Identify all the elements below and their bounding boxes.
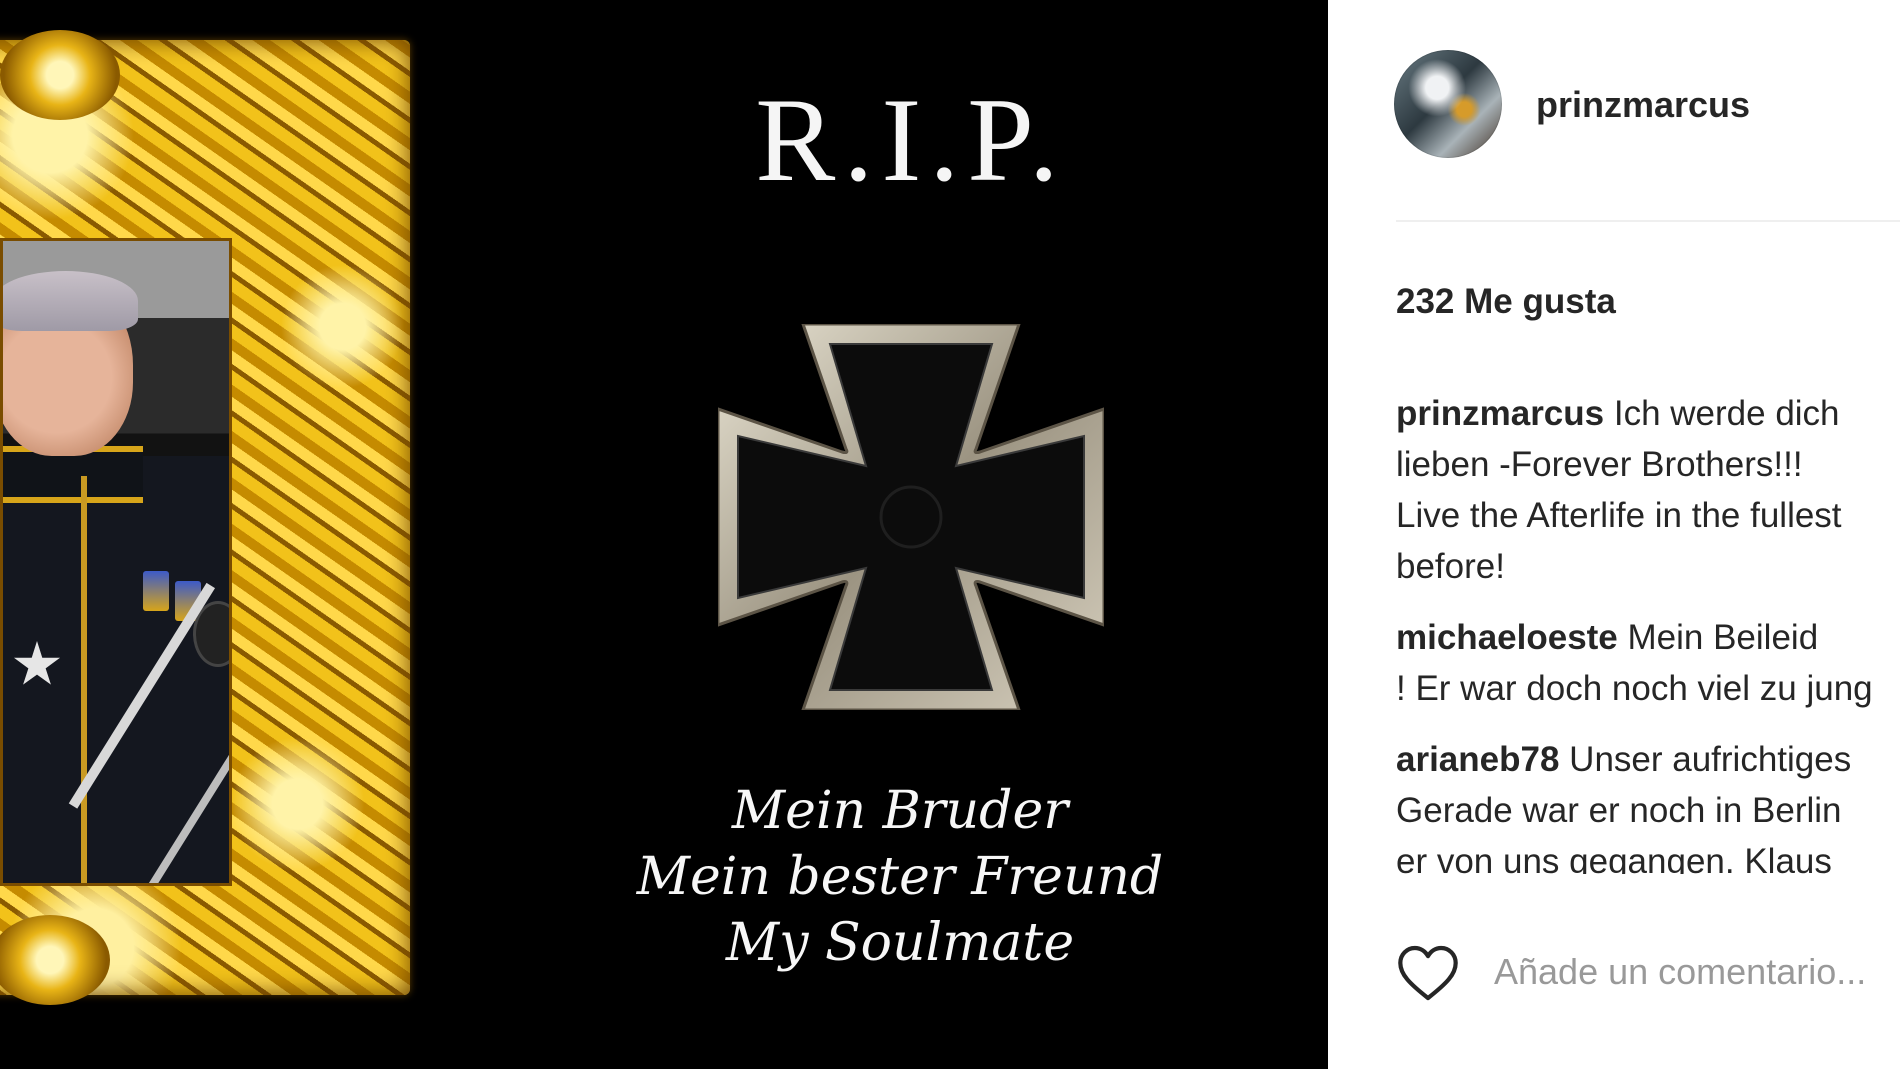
comment-item: prinzmarcus Ich werde dich lieben -Forev… — [1396, 388, 1900, 592]
comment-text: lieben -Forever Brothers!!! — [1396, 445, 1803, 484]
comment-text: Live the Afterlife in the fullest — [1396, 496, 1842, 535]
memorial-text: Mein Bruder Mein bester Freund My Soulma… — [520, 778, 1280, 976]
comment-text: before! — [1396, 547, 1505, 586]
memorial-line: My Soulmate — [725, 913, 1075, 973]
comment-text: Mein Beileid — [1617, 618, 1819, 657]
comment-text: ! Er war doch noch viel zu jung — [1396, 669, 1873, 708]
comment-item: arianeb78 Unser aufrichtiges Gerade war … — [1396, 734, 1900, 874]
heart-icon[interactable] — [1396, 944, 1460, 1002]
comment-item: michaeloeste Mein Beileid ! Er war doch … — [1396, 612, 1900, 714]
post-sidebar: prinzmarcus 232 Me gusta prinzmarcus Ich… — [1328, 0, 1900, 1069]
comment-input[interactable] — [1494, 946, 1900, 998]
memorial-line: Mein Bruder — [731, 781, 1069, 841]
comment-username[interactable]: arianeb78 — [1396, 740, 1559, 779]
comment-text: Ich werde dich — [1604, 394, 1840, 433]
avatar[interactable] — [1394, 50, 1502, 158]
header-username[interactable]: prinzmarcus — [1536, 84, 1750, 126]
comment-text: Gerade war er noch in Berlin — [1396, 791, 1842, 830]
iron-cross-icon — [718, 324, 1104, 710]
comment-username[interactable]: michaeloeste — [1396, 618, 1618, 657]
divider — [1396, 220, 1900, 222]
rip-title: R.I.P. — [755, 73, 1067, 206]
comment-username[interactable]: prinzmarcus — [1396, 394, 1604, 433]
comment-text: Unser aufrichtiges — [1559, 740, 1852, 779]
post-image[interactable]: R.I.P. Mein Bruder Mein bester Freund My… — [0, 0, 1328, 1069]
gold-frame — [0, 30, 410, 1005]
like-count[interactable]: 232 Me gusta — [1396, 282, 1616, 322]
comment-list[interactable]: prinzmarcus Ich werde dich lieben -Forev… — [1396, 388, 1900, 874]
memorial-line: Mein bester Freund — [636, 847, 1164, 907]
comment-text: er von uns gegangen. Klaus — [1396, 842, 1832, 874]
portrait-photo — [0, 238, 232, 886]
